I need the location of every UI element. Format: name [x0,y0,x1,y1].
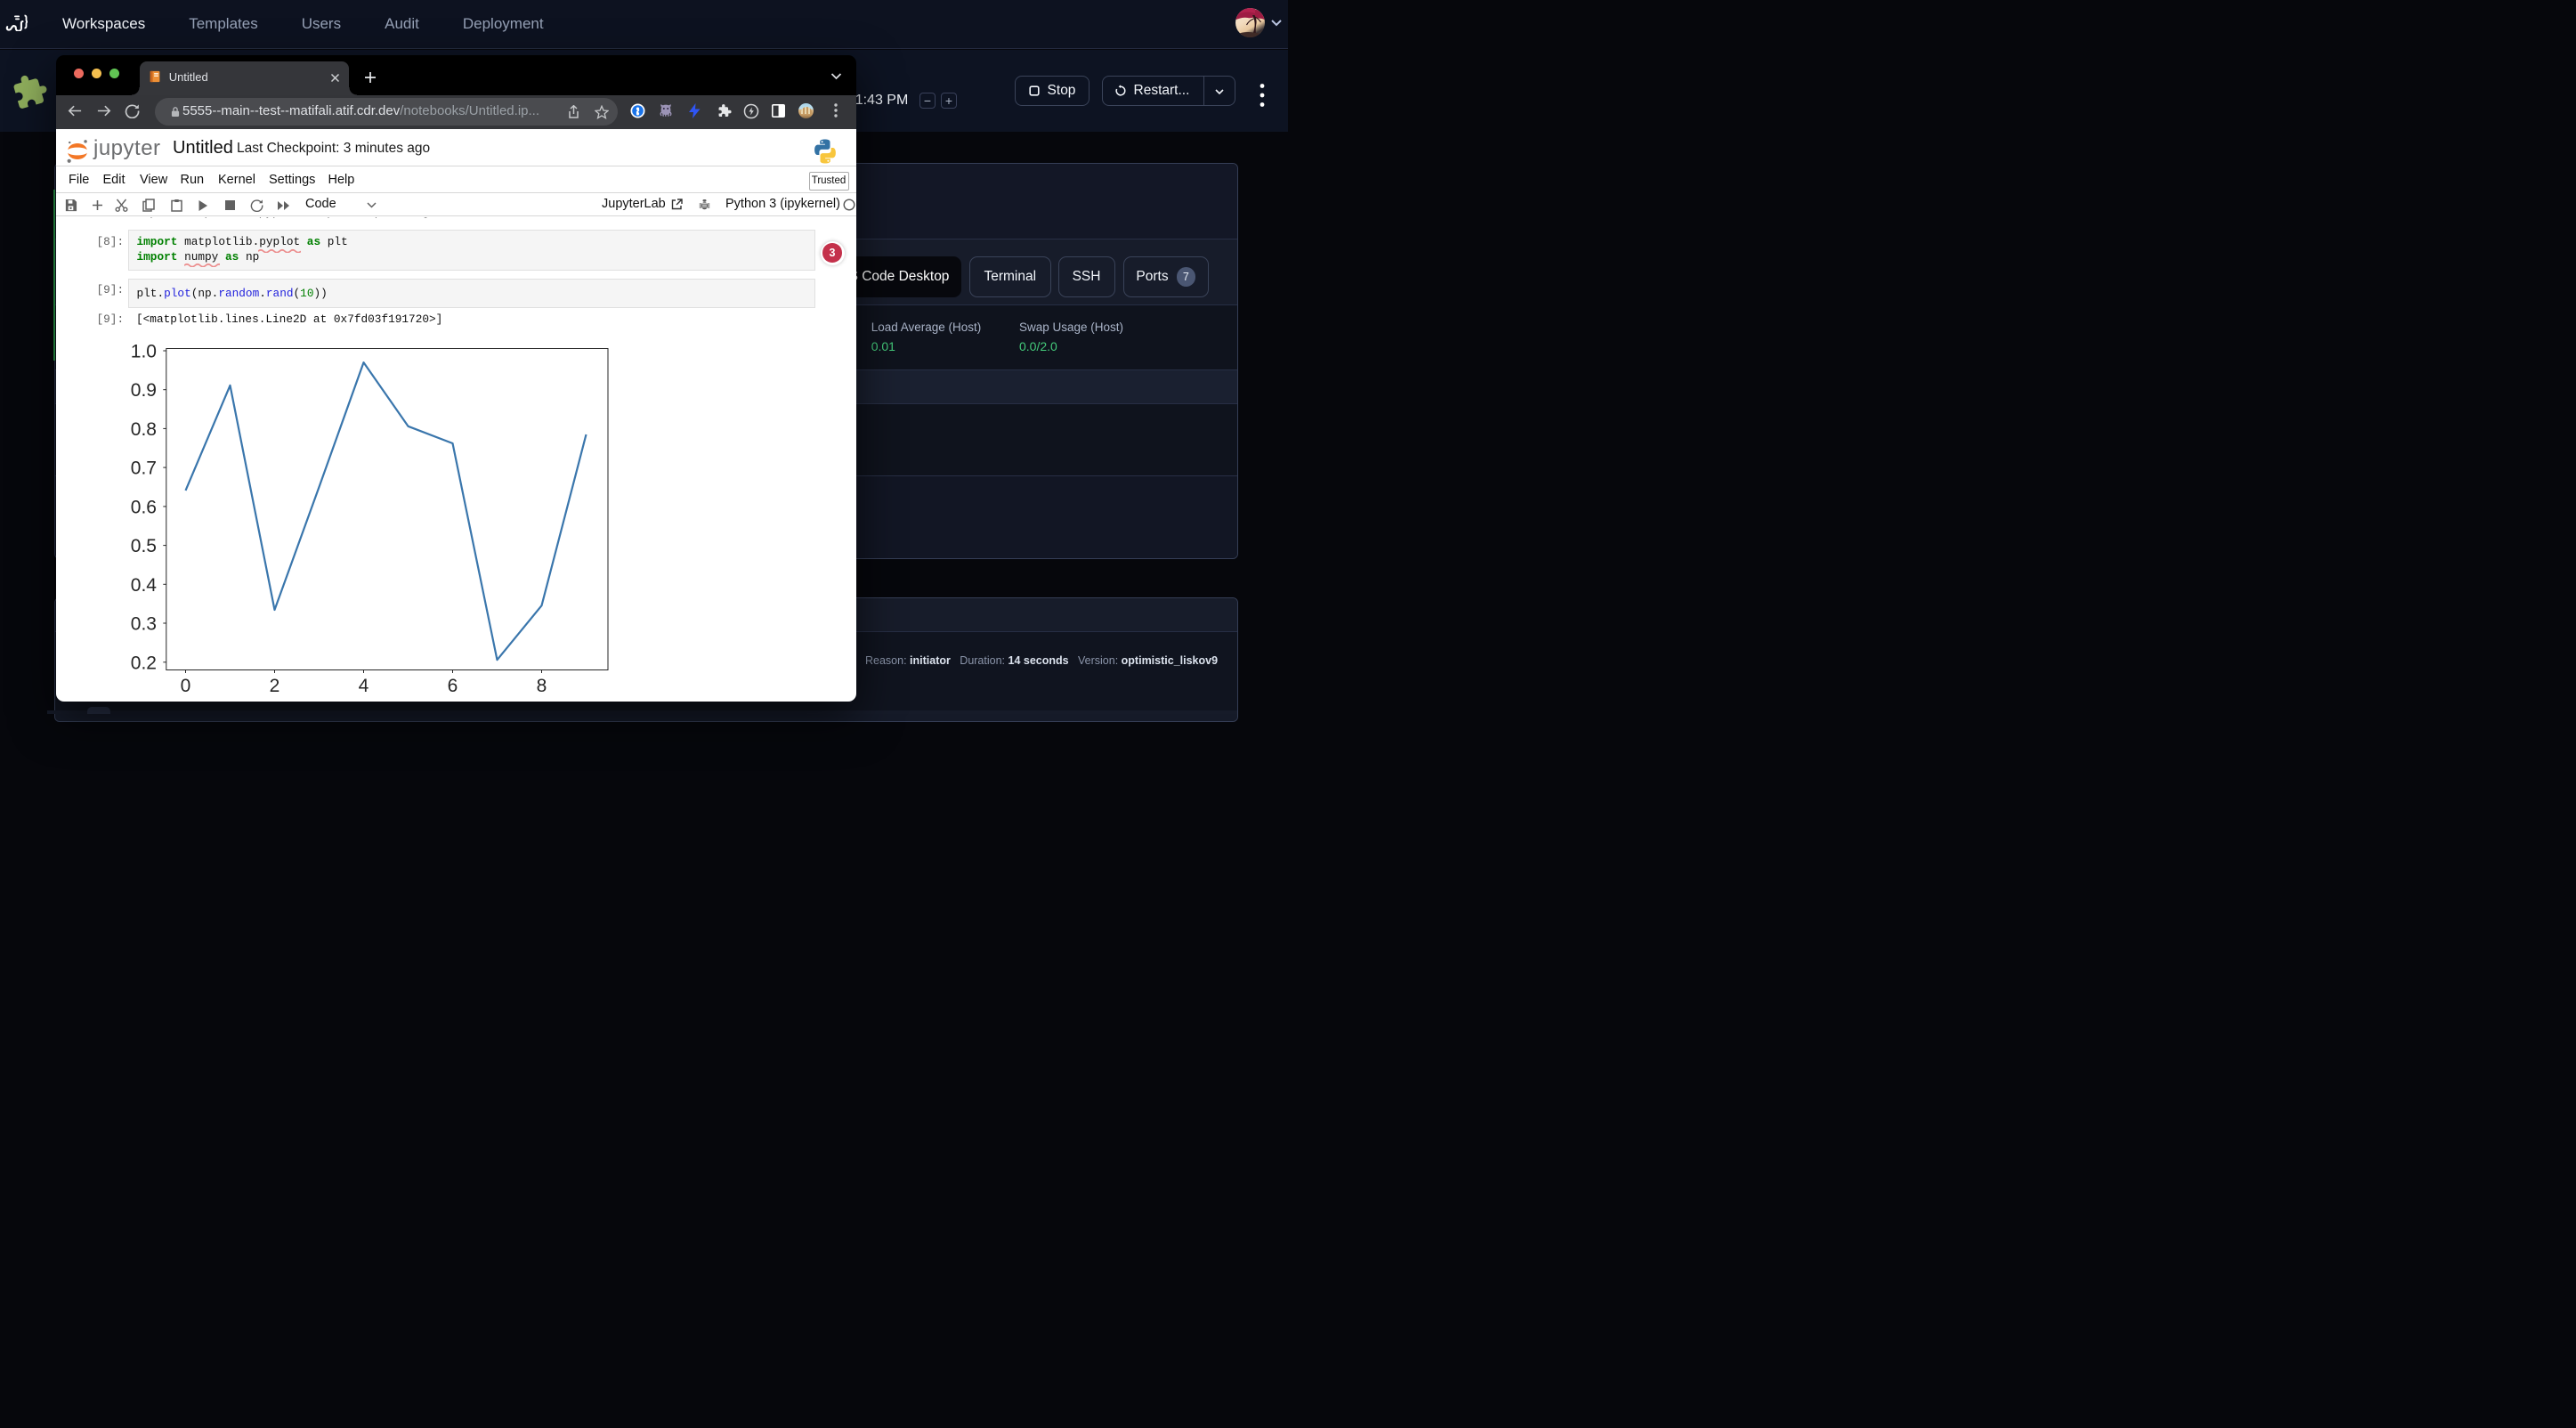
svg-text:0.7: 0.7 [131,458,157,479]
svg-text:8: 8 [537,676,547,694]
svg-text:0.8: 0.8 [131,419,157,440]
svg-text:0.6: 0.6 [131,497,157,517]
svg-text:6: 6 [448,676,458,694]
svg-text:0.9: 0.9 [131,380,157,401]
svg-text:4: 4 [359,676,369,694]
svg-text:1.0: 1.0 [131,342,157,362]
svg-text:0.3: 0.3 [131,614,157,635]
svg-text:0.4: 0.4 [131,575,158,596]
svg-text:0: 0 [181,676,191,694]
svg-text:0.5: 0.5 [131,536,157,556]
svg-text:0.2: 0.2 [131,653,157,673]
svg-text:2: 2 [270,676,280,694]
